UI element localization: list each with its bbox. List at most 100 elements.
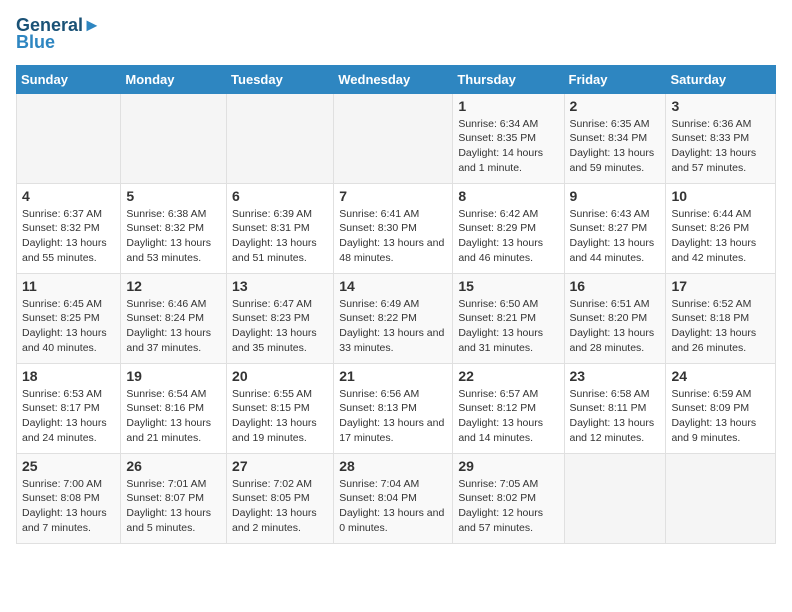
calendar-cell (564, 453, 666, 543)
week-row-1: 1 Sunrise: 6:34 AMSunset: 8:35 PMDaylight… (17, 93, 776, 183)
day-info: Sunrise: 6:52 AMSunset: 8:18 PMDaylight:… (671, 297, 770, 356)
day-number: 13 (232, 278, 328, 294)
day-number: 3 (671, 98, 770, 114)
calendar-cell: 2 Sunrise: 6:35 AMSunset: 8:34 PMDaylight… (564, 93, 666, 183)
day-info: Sunrise: 6:41 AMSunset: 8:30 PMDaylight:… (339, 207, 447, 266)
calendar-cell: 7 Sunrise: 6:41 AMSunset: 8:30 PMDaylight… (334, 183, 453, 273)
day-info: Sunrise: 6:44 AMSunset: 8:26 PMDaylight:… (671, 207, 770, 266)
day-number: 15 (458, 278, 558, 294)
day-number: 9 (570, 188, 661, 204)
calendar-cell (334, 93, 453, 183)
calendar-cell (666, 453, 776, 543)
day-number: 11 (22, 278, 115, 294)
day-number: 18 (22, 368, 115, 384)
calendar-cell: 10 Sunrise: 6:44 AMSunset: 8:26 PMDayligh… (666, 183, 776, 273)
calendar-cell: 20 Sunrise: 6:55 AMSunset: 8:15 PMDayligh… (227, 363, 334, 453)
calendar-cell: 29 Sunrise: 7:05 AMSunset: 8:02 PMDayligh… (453, 453, 564, 543)
day-info: Sunrise: 6:50 AMSunset: 8:21 PMDaylight:… (458, 297, 558, 356)
calendar-cell: 8 Sunrise: 6:42 AMSunset: 8:29 PMDaylight… (453, 183, 564, 273)
day-number: 14 (339, 278, 447, 294)
calendar-cell: 28 Sunrise: 7:04 AMSunset: 8:04 PMDayligh… (334, 453, 453, 543)
calendar-cell: 4Sunrise: 6:37 AMSunset: 8:32 PMDaylight… (17, 183, 121, 273)
day-number: 23 (570, 368, 661, 384)
day-number: 29 (458, 458, 558, 474)
calendar-cell: 22 Sunrise: 6:57 AMSunset: 8:12 PMDayligh… (453, 363, 564, 453)
calendar-cell (227, 93, 334, 183)
day-info: Sunrise: 6:57 AMSunset: 8:12 PMDaylight:… (458, 387, 558, 446)
day-number: 22 (458, 368, 558, 384)
day-info: Sunrise: 6:49 AMSunset: 8:22 PMDaylight:… (339, 297, 447, 356)
day-number: 1 (458, 98, 558, 114)
day-info: Sunrise: 7:00 AMSunset: 8:08 PMDaylight:… (22, 477, 115, 536)
day-info: Sunrise: 6:59 AMSunset: 8:09 PMDaylight:… (671, 387, 770, 446)
day-number: 28 (339, 458, 447, 474)
day-info: Sunrise: 7:05 AMSunset: 8:02 PMDaylight:… (458, 477, 558, 536)
calendar-cell: 3 Sunrise: 6:36 AMSunset: 8:33 PMDaylight… (666, 93, 776, 183)
day-info: Sunrise: 7:04 AMSunset: 8:04 PMDaylight:… (339, 477, 447, 536)
day-number: 4 (22, 188, 115, 204)
calendar-cell: 17 Sunrise: 6:52 AMSunset: 8:18 PMDayligh… (666, 273, 776, 363)
header-day-tuesday: Tuesday (227, 65, 334, 93)
day-number: 16 (570, 278, 661, 294)
calendar-cell: 16 Sunrise: 6:51 AMSunset: 8:20 PMDayligh… (564, 273, 666, 363)
day-info: Sunrise: 6:34 AMSunset: 8:35 PMDaylight:… (458, 117, 558, 176)
calendar-cell: 11 Sunrise: 6:45 AMSunset: 8:25 PMDayligh… (17, 273, 121, 363)
calendar-cell: 26 Sunrise: 7:01 AMSunset: 8:07 PMDayligh… (121, 453, 227, 543)
calendar-cell (17, 93, 121, 183)
day-number: 2 (570, 98, 661, 114)
calendar-cell: 5Sunrise: 6:38 AMSunset: 8:32 PMDaylight… (121, 183, 227, 273)
header-day-friday: Friday (564, 65, 666, 93)
day-info: Sunrise: 6:58 AMSunset: 8:11 PMDaylight:… (570, 387, 661, 446)
week-row-3: 11 Sunrise: 6:45 AMSunset: 8:25 PMDayligh… (17, 273, 776, 363)
day-number: 24 (671, 368, 770, 384)
calendar-cell: 23 Sunrise: 6:58 AMSunset: 8:11 PMDayligh… (564, 363, 666, 453)
day-info: Sunrise: 6:53 AMSunset: 8:17 PMDaylight:… (22, 387, 115, 446)
day-info: Sunrise: 6:43 AMSunset: 8:27 PMDaylight:… (570, 207, 661, 266)
day-info: Sunrise: 6:54 AMSunset: 8:16 PMDaylight:… (126, 387, 221, 446)
logo: General► Blue (16, 16, 101, 53)
header-day-wednesday: Wednesday (334, 65, 453, 93)
day-info: Sunrise: 6:45 AMSunset: 8:25 PMDaylight:… (22, 297, 115, 356)
day-number: 25 (22, 458, 115, 474)
header-day-sunday: Sunday (17, 65, 121, 93)
day-number: 21 (339, 368, 447, 384)
day-info: Sunrise: 6:55 AMSunset: 8:15 PMDaylight:… (232, 387, 328, 446)
calendar-cell: 1 Sunrise: 6:34 AMSunset: 8:35 PMDaylight… (453, 93, 564, 183)
day-number: 17 (671, 278, 770, 294)
day-info: Sunrise: 6:35 AMSunset: 8:34 PMDaylight:… (570, 117, 661, 176)
day-info: Sunrise: 7:01 AMSunset: 8:07 PMDaylight:… (126, 477, 221, 536)
day-info: Sunrise: 6:51 AMSunset: 8:20 PMDaylight:… (570, 297, 661, 356)
header-row: SundayMondayTuesdayWednesdayThursdayFrid… (17, 65, 776, 93)
week-row-2: 4Sunrise: 6:37 AMSunset: 8:32 PMDaylight… (17, 183, 776, 273)
header-day-saturday: Saturday (666, 65, 776, 93)
day-number: 8 (458, 188, 558, 204)
day-number: 6 (232, 188, 328, 204)
day-number: 20 (232, 368, 328, 384)
calendar-cell: 13 Sunrise: 6:47 AMSunset: 8:23 PMDayligh… (227, 273, 334, 363)
calendar-table: SundayMondayTuesdayWednesdayThursdayFrid… (16, 65, 776, 544)
header-day-thursday: Thursday (453, 65, 564, 93)
day-info: Sunrise: 6:38 AMSunset: 8:32 PMDaylight:… (126, 207, 221, 266)
day-info: Sunrise: 6:39 AMSunset: 8:31 PMDaylight:… (232, 207, 328, 266)
day-number: 26 (126, 458, 221, 474)
day-number: 19 (126, 368, 221, 384)
day-info: Sunrise: 7:02 AMSunset: 8:05 PMDaylight:… (232, 477, 328, 536)
calendar-cell: 27 Sunrise: 7:02 AMSunset: 8:05 PMDayligh… (227, 453, 334, 543)
day-info: Sunrise: 6:46 AMSunset: 8:24 PMDaylight:… (126, 297, 221, 356)
day-info: Sunrise: 6:42 AMSunset: 8:29 PMDaylight:… (458, 207, 558, 266)
day-info: Sunrise: 6:56 AMSunset: 8:13 PMDaylight:… (339, 387, 447, 446)
day-number: 7 (339, 188, 447, 204)
calendar-cell: 9 Sunrise: 6:43 AMSunset: 8:27 PMDaylight… (564, 183, 666, 273)
calendar-cell: 19 Sunrise: 6:54 AMSunset: 8:16 PMDayligh… (121, 363, 227, 453)
day-info: Sunrise: 6:47 AMSunset: 8:23 PMDaylight:… (232, 297, 328, 356)
calendar-cell (121, 93, 227, 183)
day-number: 10 (671, 188, 770, 204)
calendar-cell: 25 Sunrise: 7:00 AMSunset: 8:08 PMDayligh… (17, 453, 121, 543)
week-row-5: 25 Sunrise: 7:00 AMSunset: 8:08 PMDayligh… (17, 453, 776, 543)
calendar-cell: 21 Sunrise: 6:56 AMSunset: 8:13 PMDayligh… (334, 363, 453, 453)
day-info: Sunrise: 6:36 AMSunset: 8:33 PMDaylight:… (671, 117, 770, 176)
calendar-cell: 15 Sunrise: 6:50 AMSunset: 8:21 PMDayligh… (453, 273, 564, 363)
header-day-monday: Monday (121, 65, 227, 93)
day-number: 12 (126, 278, 221, 294)
day-number: 27 (232, 458, 328, 474)
